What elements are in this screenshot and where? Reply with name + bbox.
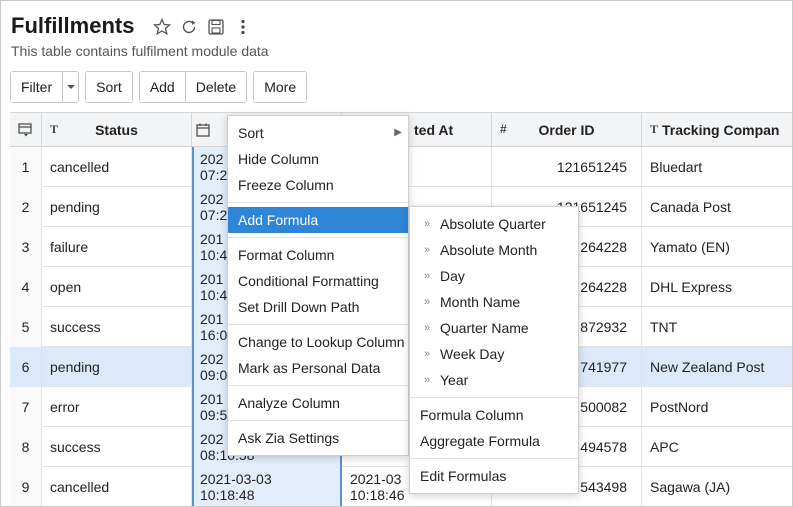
number-type-icon: # bbox=[500, 122, 507, 136]
cell-created-at[interactable]: 2021-03-03 10:18:48 bbox=[192, 467, 342, 506]
cell-tracking-company[interactable]: Yamato (EN) bbox=[642, 227, 792, 267]
menu-item-mark-personal[interactable]: Mark as Personal Data bbox=[228, 355, 408, 381]
column-context-menu: Sort ▶ Hide Column Freeze Column Add Form… bbox=[227, 115, 409, 456]
formula-submenu: » Absolute Quarter » Absolute Month » Day »… bbox=[409, 206, 579, 494]
cell-tracking-company[interactable]: Canada Post bbox=[642, 187, 792, 227]
row-number[interactable]: 6 bbox=[10, 347, 42, 387]
submenu-item-aggregate-formula[interactable]: Aggregate Formula bbox=[410, 428, 578, 454]
add-button[interactable]: Add bbox=[139, 72, 185, 102]
cell-order-id[interactable]: 121651245 bbox=[492, 147, 642, 187]
cell-line: 2021-03-03 bbox=[200, 471, 272, 487]
table-row[interactable]: 9 cancelled 2021-03-03 10:18:48 2021-03 10:18… bbox=[10, 467, 792, 506]
menu-item-conditional-formatting[interactable]: Conditional Formatting bbox=[228, 268, 408, 294]
menu-item-format-column[interactable]: Format Column bbox=[228, 242, 408, 268]
page-title: Fulfillments bbox=[11, 13, 135, 38]
cell-status[interactable]: failure bbox=[42, 227, 192, 267]
menu-item-sort[interactable]: Sort ▶ bbox=[228, 120, 408, 146]
cell-tracking-company[interactable]: DHL Express bbox=[642, 267, 792, 307]
menu-divider bbox=[228, 420, 408, 421]
cell-status[interactable]: success bbox=[42, 307, 192, 347]
filter-button[interactable]: Filter bbox=[11, 72, 63, 102]
double-chevron-icon: » bbox=[424, 244, 431, 256]
menu-item-analyze-column[interactable]: Analyze Column bbox=[228, 390, 408, 416]
cell-tracking-company[interactable]: Bluedart bbox=[642, 147, 792, 187]
cell-status[interactable]: open bbox=[42, 267, 192, 307]
star-icon[interactable] bbox=[153, 17, 171, 37]
filter-group: Filter bbox=[10, 71, 80, 103]
filter-dropdown-button[interactable] bbox=[62, 72, 79, 102]
cell-status[interactable]: error bbox=[42, 387, 192, 427]
more-button[interactable]: More bbox=[254, 72, 307, 102]
cell-tracking-company[interactable]: Sagawa (JA) bbox=[642, 467, 792, 506]
cell-status[interactable]: cancelled bbox=[42, 147, 192, 187]
menu-divider bbox=[228, 385, 408, 386]
menu-item-freeze-column[interactable]: Freeze Column bbox=[228, 172, 408, 198]
submenu-item-absolute-quarter[interactable]: » Absolute Quarter bbox=[410, 211, 578, 237]
cell-tracking-company[interactable]: APC bbox=[642, 427, 792, 467]
submenu-item-edit-formulas[interactable]: Edit Formulas bbox=[410, 463, 578, 489]
menu-item-ask-zia[interactable]: Ask Zia Settings bbox=[228, 425, 408, 451]
double-chevron-icon: » bbox=[424, 218, 431, 230]
row-number[interactable]: 4 bbox=[10, 267, 42, 307]
cell-status[interactable]: pending bbox=[42, 347, 192, 387]
menu-divider bbox=[228, 324, 408, 325]
text-type-icon: T bbox=[650, 122, 659, 136]
cell-tracking-company[interactable]: PostNord bbox=[642, 387, 792, 427]
more-group: More bbox=[253, 71, 308, 103]
double-chevron-icon: » bbox=[424, 374, 431, 386]
cell-status[interactable]: cancelled bbox=[42, 467, 192, 506]
page-subtitle: This table contains fulfilment module da… bbox=[11, 43, 269, 59]
add-delete-group: Add Delete bbox=[138, 71, 248, 103]
row-number-header[interactable] bbox=[10, 113, 42, 147]
menu-divider bbox=[410, 397, 578, 398]
double-chevron-icon: » bbox=[424, 322, 431, 334]
submenu-item-week-day[interactable]: » Week Day bbox=[410, 341, 578, 367]
refresh-icon[interactable] bbox=[180, 17, 198, 37]
row-number[interactable]: 5 bbox=[10, 307, 42, 347]
delete-button[interactable]: Delete bbox=[184, 72, 247, 102]
column-header-order-id[interactable]: # Order ID bbox=[492, 113, 642, 147]
more-vertical-icon[interactable] bbox=[234, 17, 252, 37]
row-number[interactable]: 2 bbox=[10, 187, 42, 227]
menu-divider bbox=[228, 237, 408, 238]
menu-item-set-drill-down[interactable]: Set Drill Down Path bbox=[228, 294, 408, 320]
submenu-item-month-name[interactable]: » Month Name bbox=[410, 289, 578, 315]
row-number[interactable]: 1 bbox=[10, 147, 42, 187]
save-icon[interactable] bbox=[207, 17, 225, 37]
menu-item-add-formula[interactable]: Add Formula bbox=[228, 207, 408, 233]
menu-item-change-lookup[interactable]: Change to Lookup Column bbox=[228, 329, 408, 355]
sort-button[interactable]: Sort bbox=[86, 72, 132, 102]
menu-divider bbox=[228, 202, 408, 203]
submenu-item-absolute-month[interactable]: » Absolute Month bbox=[410, 237, 578, 263]
text-type-icon: T bbox=[50, 122, 59, 136]
submenu-item-formula-column[interactable]: Formula Column bbox=[410, 402, 578, 428]
double-chevron-icon: » bbox=[424, 296, 431, 308]
app-frame: Fulfillments This table contains fulfilm… bbox=[0, 0, 793, 507]
row-number[interactable]: 8 bbox=[10, 427, 42, 467]
sort-group: Sort bbox=[85, 71, 133, 103]
title-actions bbox=[153, 17, 252, 37]
cell-status[interactable]: pending bbox=[42, 187, 192, 227]
cell-status[interactable]: success bbox=[42, 427, 192, 467]
submenu-item-year[interactable]: » Year bbox=[410, 367, 578, 393]
toolbar: Filter Sort Add Delete More bbox=[10, 71, 308, 103]
submenu-item-day[interactable]: » Day bbox=[410, 263, 578, 289]
double-chevron-icon: » bbox=[424, 348, 431, 360]
chevron-down-icon bbox=[66, 85, 75, 89]
calendar-icon bbox=[196, 123, 210, 137]
cell-tracking-company[interactable]: New Zealand Post bbox=[642, 347, 792, 387]
table-settings-icon bbox=[18, 123, 32, 137]
column-header-tracking-company[interactable]: T Tracking Compan bbox=[642, 113, 792, 147]
cell-tracking-company[interactable]: TNT bbox=[642, 307, 792, 347]
double-chevron-icon: » bbox=[424, 270, 431, 282]
cell-line: 10:18:48 bbox=[200, 487, 255, 503]
menu-divider bbox=[410, 458, 578, 459]
row-number[interactable]: 3 bbox=[10, 227, 42, 267]
menu-item-hide-column[interactable]: Hide Column bbox=[228, 146, 408, 172]
row-number[interactable]: 7 bbox=[10, 387, 42, 427]
row-number[interactable]: 9 bbox=[10, 467, 42, 506]
column-header-status[interactable]: T Status bbox=[42, 113, 192, 147]
chevron-right-icon: ▶ bbox=[394, 127, 402, 138]
submenu-item-quarter-name[interactable]: » Quarter Name bbox=[410, 315, 578, 341]
